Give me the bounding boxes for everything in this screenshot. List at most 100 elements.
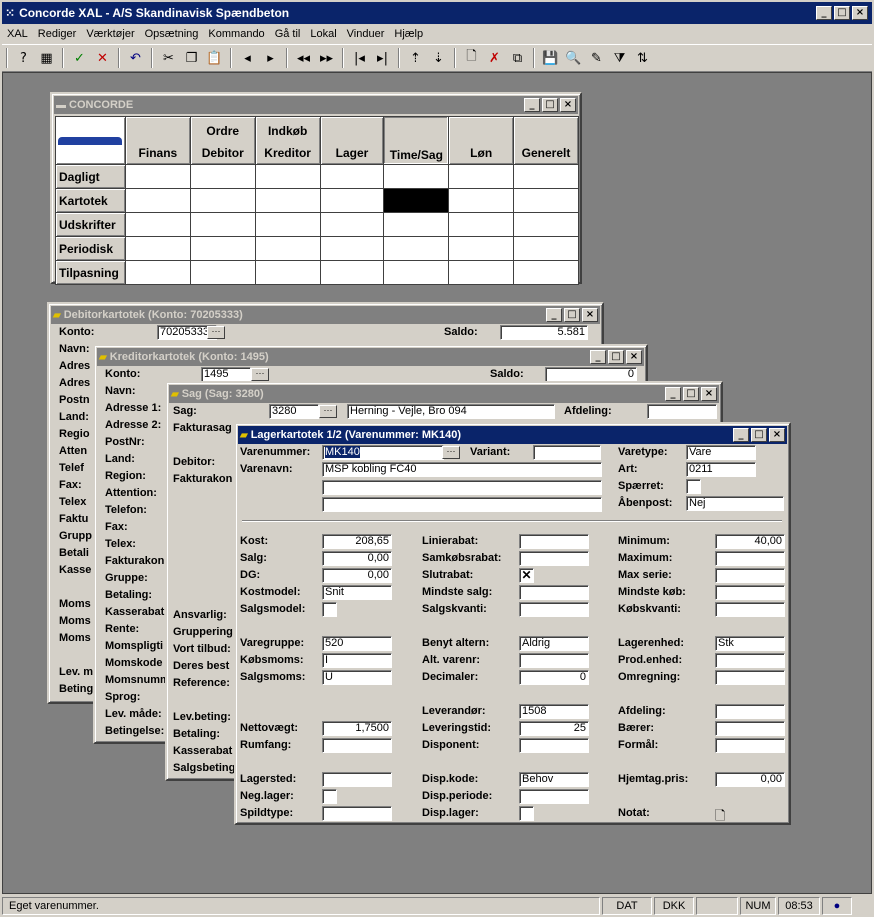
rewind-icon[interactable]: ◂◂ [292, 47, 315, 69]
lager-field[interactable] [715, 568, 785, 583]
lager-field[interactable] [715, 585, 785, 600]
lager-field[interactable] [519, 551, 589, 566]
lager-field[interactable] [715, 704, 785, 719]
menu-opsaetning[interactable]: Opsætning [140, 28, 204, 40]
help-icon[interactable]: ? [12, 47, 35, 69]
sag-name-field[interactable]: Herning - Vejle, Bro 094 [347, 404, 555, 419]
col-loen[interactable]: Løn [448, 116, 515, 165]
lager-titlebar[interactable]: ▰ Lagerkartotek 1/2 (Varenummer: MK140) … [238, 426, 787, 444]
fast-forward-icon[interactable]: ▸▸ [315, 47, 338, 69]
lager-field[interactable]: 0,00 [322, 568, 392, 583]
col-generelt[interactable]: Generelt [513, 116, 579, 165]
sag-lookup-button[interactable]: ··· [319, 405, 337, 418]
lager-field[interactable] [715, 653, 785, 668]
varenavn-line3-field[interactable] [322, 497, 602, 512]
lager-field[interactable] [519, 585, 589, 600]
varenavn-line2-field[interactable] [322, 480, 602, 495]
close-icon[interactable]: × [582, 308, 598, 322]
lager-field[interactable]: 520 [322, 636, 392, 651]
lager-field[interactable]: Behov [519, 772, 589, 787]
lager-checkbox[interactable] [322, 602, 337, 617]
lager-field[interactable]: Stk [715, 636, 785, 651]
kreditor-titlebar[interactable]: ▰ Kreditorkartotek (Konto: 1495) _ □ × [97, 348, 644, 366]
undo-icon[interactable]: ↶ [124, 47, 147, 69]
filter-icon[interactable]: ⧩ [608, 47, 631, 69]
lager-field[interactable] [519, 653, 589, 668]
row-kartotek[interactable]: Kartotek [55, 188, 126, 213]
sag-number-field[interactable]: 3280 [269, 404, 319, 419]
aabenpost-field[interactable]: Nej [686, 496, 784, 511]
lager-field[interactable]: Aldrig [519, 636, 589, 651]
lager-field[interactable]: 25 [519, 721, 589, 736]
close-icon[interactable]: × [852, 6, 868, 20]
sag-afdeling-field[interactable] [647, 404, 717, 419]
menu-rediger[interactable]: Rediger [33, 28, 82, 40]
note-icon[interactable]: 🗋 [715, 807, 725, 829]
edit-icon[interactable]: ✎ [585, 47, 608, 69]
find-icon[interactable]: 🔍 [562, 47, 585, 69]
maximize-icon[interactable]: □ [751, 428, 767, 442]
col-debitor[interactable]: Ordre Debitor [189, 116, 256, 165]
maximize-icon[interactable]: □ [834, 6, 850, 20]
lager-field[interactable] [715, 602, 785, 617]
minimize-icon[interactable]: _ [546, 308, 562, 322]
lager-field[interactable] [322, 806, 392, 821]
minimize-icon[interactable]: _ [524, 98, 540, 112]
cut-icon[interactable]: ✂ [157, 47, 180, 69]
varenavn-field[interactable]: MSP kobling FC40 [322, 462, 602, 477]
insert-below-icon[interactable]: ⇣ [427, 47, 450, 69]
varetype-field[interactable]: Vare [686, 445, 756, 460]
table-icon[interactable]: ▦ [35, 47, 58, 69]
lager-field[interactable] [715, 670, 785, 685]
lager-field[interactable]: U [322, 670, 392, 685]
last-icon[interactable]: ▸| [371, 47, 394, 69]
close-icon[interactable]: × [701, 387, 717, 401]
duplicate-icon[interactable]: ⧉ [506, 47, 529, 69]
lager-field[interactable]: Snit [322, 585, 392, 600]
kreditor-saldo-field[interactable]: 0 [545, 367, 637, 382]
col-kreditor[interactable]: Indkøb Kreditor [254, 116, 321, 165]
lager-field[interactable]: I [322, 653, 392, 668]
minimize-icon[interactable]: _ [665, 387, 681, 401]
menu-hjaelp[interactable]: Hjælp [389, 28, 428, 40]
sort-icon[interactable]: ⇅ [631, 47, 654, 69]
row-tilpasning[interactable]: Tilpasning [55, 260, 126, 285]
lager-field[interactable] [519, 789, 589, 804]
lager-field[interactable] [519, 602, 589, 617]
maximize-icon[interactable]: □ [608, 350, 624, 364]
row-dagligt[interactable]: Dagligt [55, 164, 126, 189]
lager-field[interactable] [322, 772, 392, 787]
menu-gaa-til[interactable]: Gå til [270, 28, 306, 40]
lager-checkbox[interactable] [519, 806, 534, 821]
paste-icon[interactable]: 📋 [203, 47, 226, 69]
row-udskrifter[interactable]: Udskrifter [55, 212, 126, 237]
row-periodisk[interactable]: Periodisk [55, 236, 126, 261]
lager-field[interactable]: 0,00 [322, 551, 392, 566]
col-lager[interactable]: Lager [319, 116, 385, 165]
spaerret-checkbox[interactable] [686, 479, 701, 494]
lager-field[interactable]: 0,00 [715, 772, 785, 787]
minimize-icon[interactable]: _ [733, 428, 749, 442]
debitor-saldo-field[interactable]: 5.581 [500, 325, 588, 340]
delete-icon[interactable]: ✗ [483, 47, 506, 69]
new-document-icon[interactable]: 🗋 [460, 47, 483, 69]
insert-above-icon[interactable]: ⇡ [404, 47, 427, 69]
lager-checkbox[interactable]: ✕ [519, 568, 534, 583]
check-icon[interactable]: ✓ [68, 47, 91, 69]
minimize-icon[interactable]: _ [590, 350, 606, 364]
lager-field[interactable]: 1,7500 [322, 721, 392, 736]
lager-field[interactable]: 1508 [519, 704, 589, 719]
concorde-titlebar[interactable]: ▬ CONCORDE _ □ × [54, 96, 578, 114]
lager-field[interactable] [519, 738, 589, 753]
menu-lokal[interactable]: Lokal [305, 28, 341, 40]
sag-titlebar[interactable]: ▰ Sag (Sag: 3280) _ □ × [169, 385, 719, 403]
cancel-icon[interactable]: ✕ [91, 47, 114, 69]
next-icon[interactable]: ▸ [259, 47, 282, 69]
menu-vinduer[interactable]: Vinduer [342, 28, 390, 40]
lager-field[interactable] [519, 534, 589, 549]
col-time-sag[interactable]: Time/Sag [383, 116, 450, 165]
minimize-icon[interactable]: _ [816, 6, 832, 20]
lager-field[interactable]: 208,65 [322, 534, 392, 549]
variant-field[interactable] [533, 445, 601, 460]
copy-icon[interactable]: ❐ [180, 47, 203, 69]
